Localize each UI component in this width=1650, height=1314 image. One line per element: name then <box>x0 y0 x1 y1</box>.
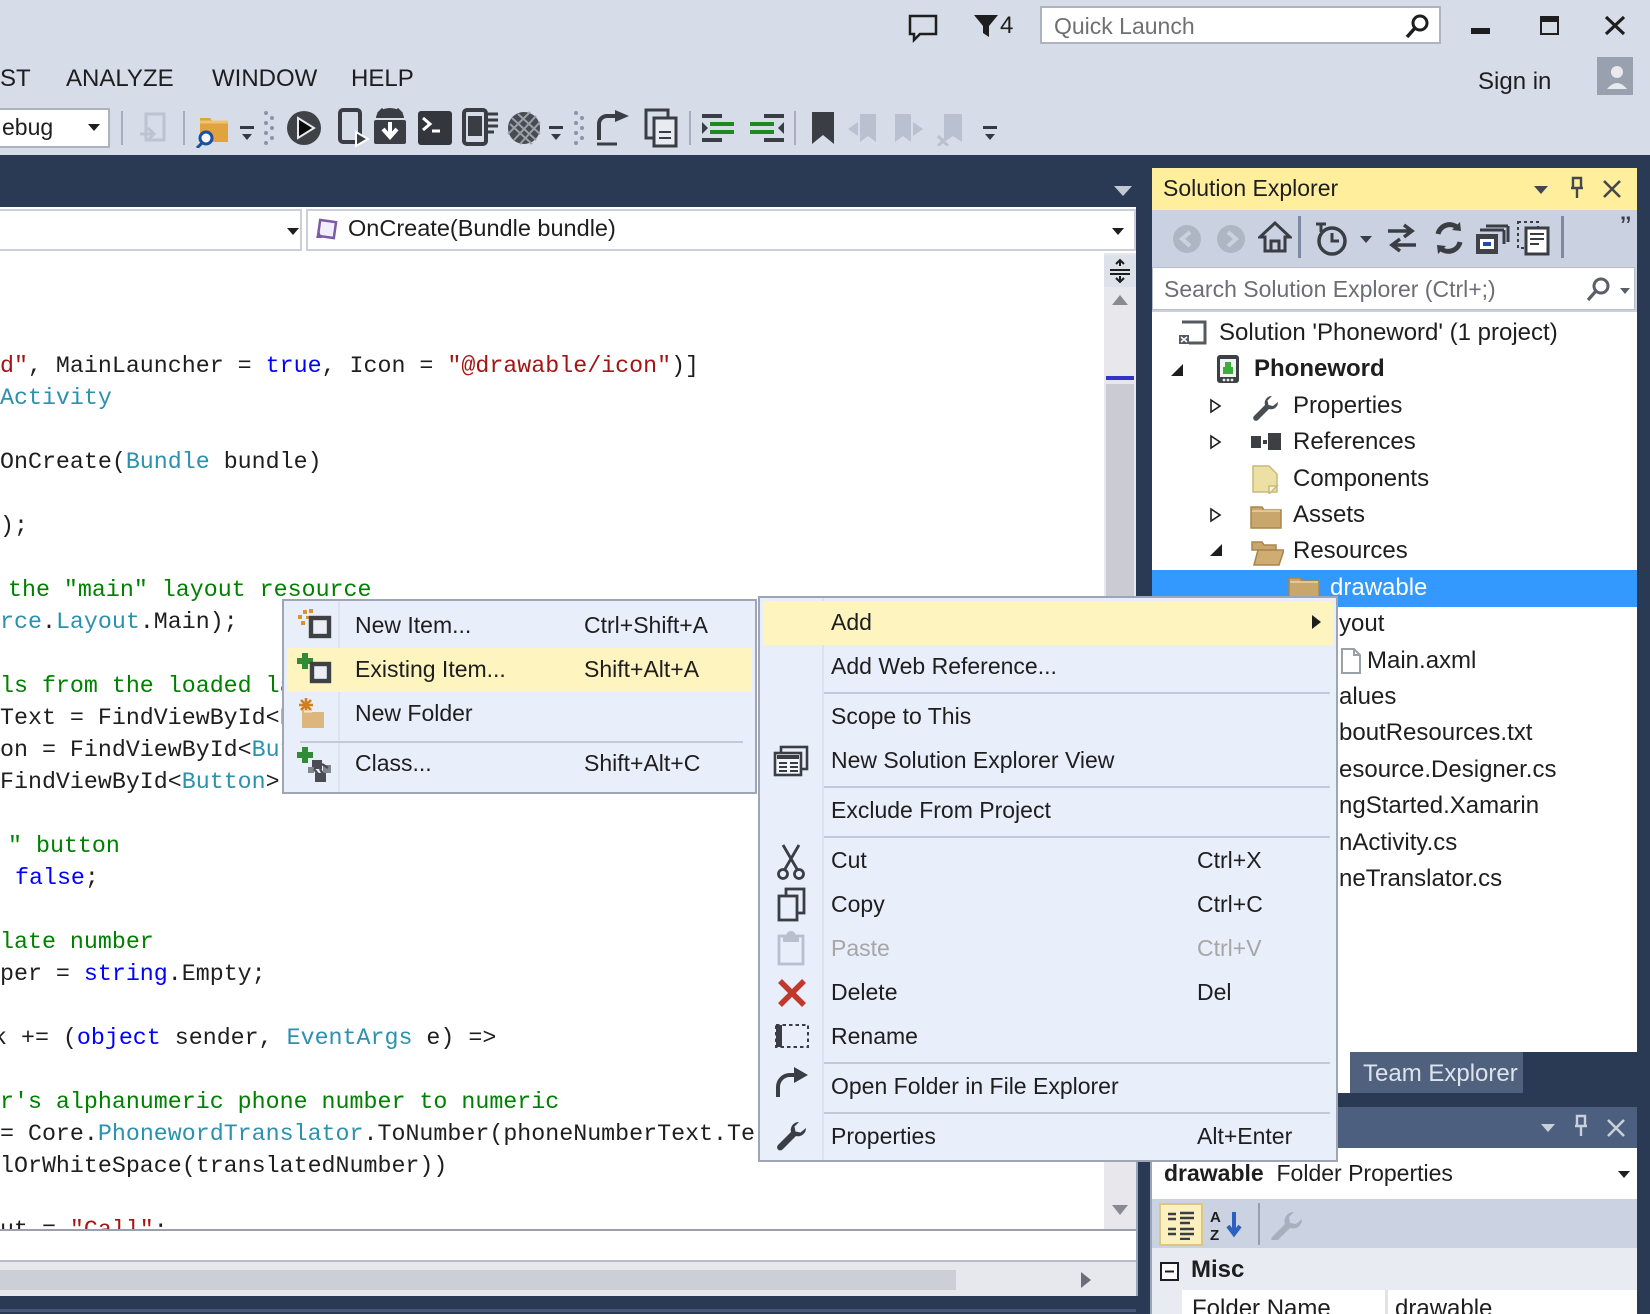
svg-text:A: A <box>1210 1209 1221 1226</box>
svg-text:Z: Z <box>1210 1227 1219 1242</box>
